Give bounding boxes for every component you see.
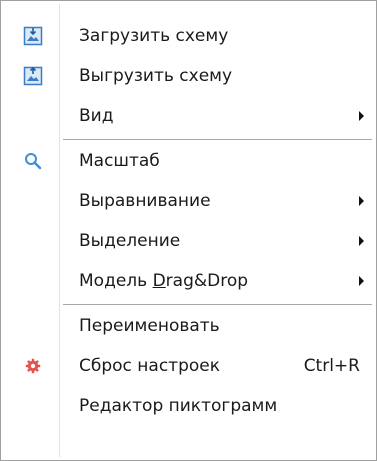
menu-item-label: Выравнивание	[79, 191, 211, 211]
submenu-arrow-icon	[359, 236, 364, 246]
menu-item-align[interactable]: Выравнивание	[3, 181, 374, 221]
menu-item-view[interactable]: Вид	[3, 96, 374, 136]
menu-item-selection[interactable]: Выделение	[3, 221, 374, 261]
magnifier-icon	[23, 151, 43, 171]
menu-item-drag-drop-model[interactable]: Модель Drag&Drop	[3, 261, 374, 301]
menu-item-rename[interactable]: Переименовать	[3, 306, 374, 346]
menu-separator	[63, 304, 372, 305]
submenu-arrow-icon	[359, 111, 364, 121]
load-scheme-icon	[23, 26, 43, 46]
menu-item-label: Загрузить схему	[79, 26, 229, 46]
menu-item-label: Выгрузить схему	[79, 66, 233, 86]
submenu-arrow-icon	[359, 196, 364, 206]
menu-item-load-scheme[interactable]: Загрузить схему	[3, 16, 374, 56]
menu-item-label: Модель Drag&Drop	[79, 271, 248, 291]
menu-item-label: Выделение	[79, 231, 181, 251]
context-menu: Загрузить схему Выгрузить схему Вид Масш…	[0, 0, 377, 461]
menu-item-label: Масштаб	[79, 151, 160, 171]
menu-item-zoom[interactable]: Масштаб	[3, 141, 374, 181]
menu-item-label: Вид	[79, 106, 114, 126]
menu-item-label: Редактор пиктограмм	[79, 396, 278, 416]
menu-item-label: Сброс настроек	[79, 356, 220, 376]
label-prefix: Модель	[79, 271, 153, 291]
menu-item-reset-settings[interactable]: Сброс настроек Ctrl+R	[3, 346, 374, 386]
submenu-arrow-icon	[359, 276, 364, 286]
label-accelerator: D	[152, 271, 166, 291]
menu-item-label: Переименовать	[79, 316, 220, 336]
menu-separator	[63, 139, 372, 140]
reset-settings-icon	[23, 356, 43, 376]
menu-item-shortcut: Ctrl+R	[303, 356, 360, 376]
menu-item-icon-editor[interactable]: Редактор пиктограмм	[3, 386, 374, 426]
menu-item-unload-scheme[interactable]: Выгрузить схему	[3, 56, 374, 96]
unload-scheme-icon	[23, 66, 43, 86]
label-suffix: rag&Drop	[165, 271, 249, 291]
